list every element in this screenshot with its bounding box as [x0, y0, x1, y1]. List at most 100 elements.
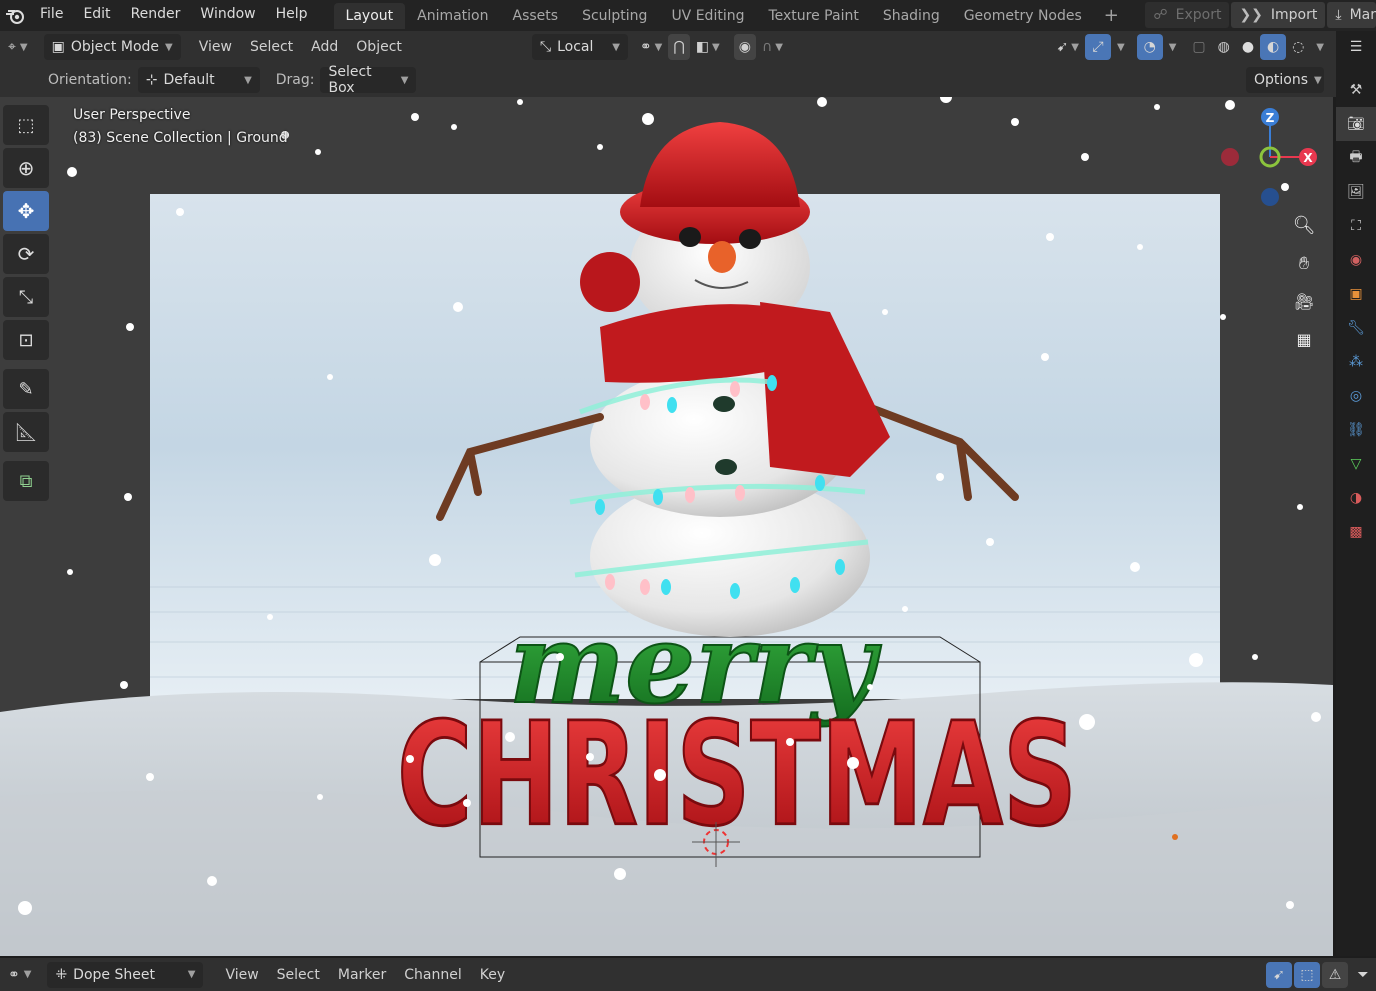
menu-render[interactable]: Render	[121, 0, 191, 31]
editor-type-button[interactable]: ⌖ ▼	[0, 34, 34, 60]
overlays-toggle[interactable]: ◔	[1136, 34, 1163, 60]
dope-menu-select[interactable]: Select	[271, 962, 326, 988]
menu-view[interactable]: View	[193, 34, 238, 60]
tab-shading[interactable]: Shading	[871, 3, 952, 29]
zoom-button[interactable]: 🔍︎	[1288, 209, 1320, 241]
tab-tool[interactable]: ⚒	[1336, 73, 1376, 107]
tab-sculpting[interactable]: Sculpting	[570, 3, 659, 29]
menu-window[interactable]: Window	[190, 0, 265, 31]
tab-assets[interactable]: Assets	[501, 3, 571, 29]
timeline-editor-type-button[interactable]: ⚭ ▼	[0, 962, 37, 988]
scale-tool[interactable]: ⤡	[3, 277, 49, 317]
import-button[interactable]: ❯❯ Import	[1231, 2, 1326, 28]
blender-logo-icon[interactable]	[0, 0, 30, 31]
menu-add[interactable]: Add	[305, 34, 344, 60]
cursor-arrow-icon: ➹	[1273, 966, 1285, 983]
navigation-gizmo[interactable]: Z X	[1221, 108, 1317, 206]
tab-world[interactable]: ◉	[1336, 243, 1376, 277]
tab-uv-editing[interactable]: UV Editing	[659, 3, 756, 29]
tab-texture[interactable]: ▩	[1336, 515, 1376, 549]
menu-file[interactable]: File	[30, 0, 73, 31]
tab-view-layer[interactable]: 🖼︎	[1336, 175, 1376, 209]
filter-funnel-icon: ⏷	[1357, 966, 1369, 983]
overlays-dropdown[interactable]: ▼	[1163, 34, 1183, 60]
snap-toggle[interactable]: ⋂	[668, 34, 690, 60]
gizmo-toggle[interactable]: ⤢	[1085, 34, 1111, 60]
tab-particles[interactable]: ⁂	[1336, 345, 1376, 379]
dope-sheet-mode-dropdown[interactable]: ⁜ Dope Sheet ▼	[47, 961, 204, 988]
move-tool[interactable]: ✥	[3, 191, 49, 231]
shading-rendered-button[interactable]: ◌	[1286, 34, 1310, 60]
tab-constraints[interactable]: ⛓	[1336, 413, 1376, 447]
top-right-actions: ☍ Export ❯❯ Import ⤓ Mar	[1143, 2, 1376, 28]
tab-output[interactable]: 🖶	[1336, 141, 1376, 175]
tab-modifiers[interactable]: 🔧︎	[1336, 311, 1376, 345]
gizmo-icon: ⤢	[1092, 39, 1104, 55]
show-hidden-toggle[interactable]: ⬚	[1294, 961, 1320, 988]
shading-dropdown[interactable]: ▼	[1310, 34, 1330, 60]
dope-menu-key[interactable]: Key	[474, 962, 511, 988]
orientation-dropdown[interactable]: ⊹ Default ▼	[137, 67, 260, 93]
only-selected-toggle[interactable]: ➹	[1266, 961, 1292, 988]
tab-layout[interactable]: Layout	[333, 2, 406, 29]
shading-solid-button[interactable]: ●	[1236, 34, 1260, 60]
menu-edit[interactable]: Edit	[73, 0, 120, 31]
mar-button[interactable]: ⤓ Mar	[1327, 2, 1376, 28]
export-button[interactable]: ☍ Export	[1145, 2, 1230, 28]
chevron-down-icon: ▼	[23, 969, 32, 980]
add-cube-tool[interactable]: ⧉	[3, 461, 49, 501]
transform-orientation-dropdown[interactable]: ⤡ Local ▼	[531, 34, 628, 60]
export-icon: ☍	[1153, 7, 1168, 23]
rotate-icon: ⟳	[17, 242, 35, 266]
selectability-button[interactable]: ➹ ▼	[1051, 34, 1085, 60]
cursor-tool[interactable]: ⊕	[3, 148, 49, 188]
camera-view-button[interactable]: 🎥︎	[1288, 285, 1320, 317]
object-mode-dropdown[interactable]: ▣ Object Mode ▼	[43, 34, 181, 60]
tab-data[interactable]: ▽	[1336, 447, 1376, 481]
xray-toggle[interactable]: ▢	[1186, 34, 1211, 60]
annotate-tool[interactable]: ✎	[3, 369, 49, 409]
shading-material-button[interactable]: ◐	[1260, 34, 1287, 60]
options-dropdown[interactable]: Options ▼	[1246, 67, 1324, 93]
chevron-down-icon: ▼	[612, 41, 620, 53]
menu-select[interactable]: Select	[244, 34, 299, 60]
coat-button	[713, 396, 735, 412]
object-origin-dot	[1172, 834, 1178, 840]
menu-object[interactable]: Object	[350, 34, 408, 60]
measure-tool[interactable]: 📐︎	[3, 412, 49, 452]
perspective-toggle-button[interactable]: ▦	[1288, 323, 1320, 355]
tab-material[interactable]: ◑	[1336, 481, 1376, 515]
gizmo-dropdown[interactable]: ▼	[1111, 34, 1131, 60]
chevron-down-icon: ▼	[1168, 41, 1177, 53]
snap-target-button[interactable]: ◧ ▼	[690, 34, 726, 60]
tab-texture-paint[interactable]: Texture Paint	[756, 3, 870, 29]
rotate-tool[interactable]: ⟳	[3, 234, 49, 274]
tab-scene[interactable]: ⛶	[1336, 209, 1376, 243]
dope-menu-marker[interactable]: Marker	[332, 962, 392, 988]
transform-tool[interactable]: ⊡	[3, 320, 49, 360]
tab-animation[interactable]: Animation	[405, 3, 500, 29]
proportional-edit-toggle[interactable]: ◉	[733, 34, 756, 60]
pan-button[interactable]: ✋︎	[1288, 247, 1320, 279]
ruler-icon: 📐︎	[14, 421, 38, 443]
add-workspace-icon[interactable]: +	[1094, 5, 1129, 26]
tab-render[interactable]: 📷︎	[1336, 107, 1376, 141]
shading-wireframe-button[interactable]: ◍	[1212, 34, 1236, 60]
drag-dropdown[interactable]: Select Box ▼	[320, 64, 417, 96]
filter-button[interactable]: ⏷	[1350, 962, 1376, 988]
dope-sheet-label: Dope Sheet	[73, 966, 155, 983]
tool-settings-bar: Orientation: ⊹ Default ▼ Drag: Select Bo…	[0, 63, 1336, 97]
tab-geometry-nodes[interactable]: Geometry Nodes	[952, 3, 1094, 29]
dope-menu-view[interactable]: View	[219, 962, 264, 988]
pivot-point-button[interactable]: ⚭ ▼	[634, 34, 668, 60]
dope-menu-channel[interactable]: Channel	[398, 962, 467, 988]
falloff-button[interactable]: ∩ ▼	[756, 34, 789, 60]
select-box-tool[interactable]: ⬚	[3, 105, 49, 145]
tab-object[interactable]: ▣	[1336, 277, 1376, 311]
properties-editor-button[interactable]: ☰	[1336, 31, 1376, 63]
menu-help[interactable]: Help	[266, 0, 318, 31]
tab-physics[interactable]: ◎	[1336, 379, 1376, 413]
3d-viewport[interactable]: merry CHRISTMAS Z X User Perspective (83…	[0, 97, 1333, 956]
only-errors-toggle[interactable]: ⚠	[1322, 961, 1348, 988]
wrench-icon: 🔧︎	[1347, 320, 1365, 336]
